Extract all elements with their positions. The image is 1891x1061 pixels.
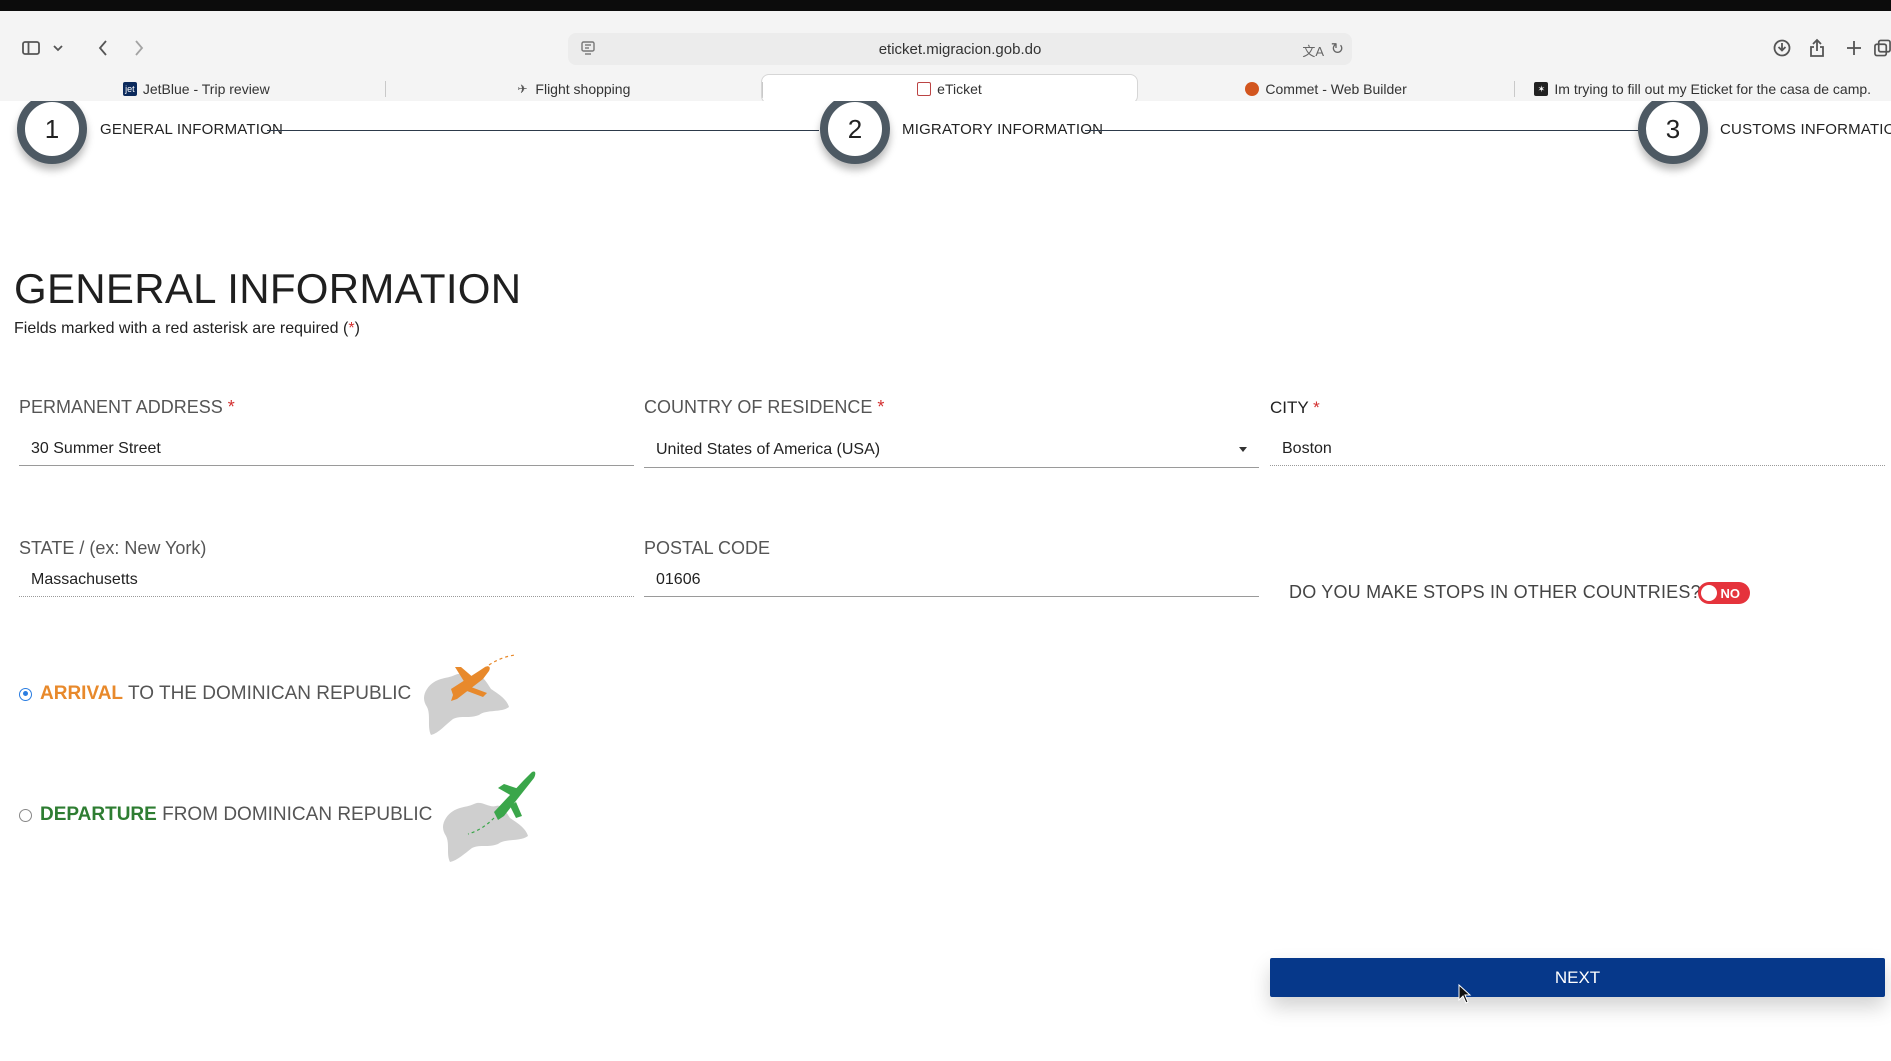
city-input[interactable]	[1270, 432, 1885, 466]
tab-label: JetBlue - Trip review	[142, 81, 270, 97]
plane-icon: ✈	[517, 82, 528, 96]
downloads-icon[interactable]	[1770, 33, 1794, 63]
departure-option[interactable]: DEPARTURE FROM DOMINICAN REPUBLIC	[19, 768, 538, 862]
dropdown-caret-icon	[1239, 447, 1247, 452]
step-1-circle[interactable]: 1	[17, 101, 87, 164]
sidebar-toggle-icon[interactable]	[14, 33, 48, 63]
step-3-label: CUSTOMS INFORMATION	[1720, 121, 1891, 138]
step-2-label: MIGRATORY INFORMATION	[902, 121, 1104, 138]
next-button[interactable]: NEXT	[1270, 958, 1885, 997]
arrival-plane-map-icon	[424, 654, 516, 735]
tab-eticket[interactable]: eTicket	[761, 74, 1138, 104]
page-info-icon[interactable]	[580, 40, 596, 60]
required-asterisk: *	[877, 397, 885, 417]
arrival-option-label: ARRIVAL TO THE DOMINICAN REPUBLIC	[40, 683, 412, 704]
tab-label: eTicket	[937, 81, 982, 97]
tab-flight-shopping[interactable]: ✈ Flight shopping	[384, 74, 762, 104]
note-text: )	[354, 320, 360, 337]
departure-plane-map-icon	[443, 771, 536, 862]
step-connector	[1085, 130, 1638, 131]
arrival-radio[interactable]	[19, 687, 32, 701]
step-3-circle[interactable]: 3	[1638, 101, 1708, 164]
chevron-down-icon[interactable]	[48, 33, 68, 63]
sparkle-icon: ✶	[1534, 82, 1549, 96]
step-2-circle[interactable]: 2	[820, 101, 890, 164]
reload-icon[interactable]: ↻	[1331, 39, 1344, 59]
permanent-address-label: PERMANENT ADDRESS *	[19, 397, 235, 417]
mouse-cursor-icon	[1458, 984, 1472, 1004]
tab-label: Im trying to fill out my Eticket for the…	[1554, 81, 1872, 97]
step-number: 1	[44, 113, 60, 144]
city-label: CITY *	[1270, 398, 1320, 417]
step-number: 3	[1665, 113, 1681, 144]
departure-radio[interactable]	[19, 808, 32, 822]
jetblue-icon: jet	[122, 82, 137, 96]
departure-option-label: DEPARTURE FROM DOMINICAN REPUBLIC	[40, 804, 433, 825]
required-fields-note: Fields marked with a red asterisk are re…	[14, 320, 360, 338]
arrival-option[interactable]: ARRIVAL TO THE DOMINICAN REPUBLIC	[19, 649, 517, 739]
country-of-residence-select[interactable]: United States of America (USA)	[644, 432, 1259, 468]
postal-code-input[interactable]	[644, 563, 1259, 597]
page-title: GENERAL INFORMATION	[14, 265, 522, 312]
progress-stepper: 1 GENERAL INFORMATION 2 MIGRATORY INFORM…	[0, 101, 1891, 181]
url-text: eticket.migracion.gob.do	[878, 40, 1042, 58]
toggle-knob	[1701, 585, 1717, 601]
state-input[interactable]	[19, 563, 634, 597]
new-tab-icon[interactable]	[1842, 33, 1866, 63]
tab-overview-icon[interactable]	[1874, 33, 1891, 63]
translate-icon[interactable]: 文A	[1302, 41, 1324, 60]
note-text: Fields marked with a red asterisk are re…	[14, 320, 349, 337]
tab-commet[interactable]: Commet - Web Builder	[1138, 74, 1515, 104]
state-label: STATE / (ex: New York)	[19, 538, 207, 558]
tab-jetblue[interactable]: jet JetBlue - Trip review	[8, 74, 385, 104]
stops-toggle[interactable]: NO	[1698, 582, 1750, 604]
toggle-label: NO	[1720, 585, 1741, 601]
stops-question: DO YOU MAKE STOPS IN OTHER COUNTRIES?	[1289, 582, 1701, 602]
permanent-address-input[interactable]	[19, 432, 634, 466]
forward-icon[interactable]	[128, 33, 150, 63]
system-menu-bar	[0, 0, 1891, 11]
required-asterisk: *	[227, 397, 235, 417]
seal-icon	[917, 82, 932, 96]
step-1-label: GENERAL INFORMATION	[100, 121, 283, 138]
step-number: 2	[847, 113, 863, 144]
tab-label: Flight shopping	[535, 81, 631, 97]
eticket-page: 1 GENERAL INFORMATION 2 MIGRATORY INFORM…	[0, 101, 1891, 1061]
tab-eticket-question[interactable]: ✶ Im trying to fill out my Eticket for t…	[1514, 74, 1891, 104]
tab-label: Commet - Web Builder	[1265, 81, 1407, 97]
step-connector	[267, 130, 819, 131]
back-icon[interactable]	[92, 33, 114, 63]
comet-icon	[1245, 82, 1260, 96]
selected-country: United States of America (USA)	[656, 440, 881, 458]
browser-chrome: eticket.migracion.gob.do 文A ↻ jet JetBlu…	[0, 11, 1891, 104]
postal-code-label: POSTAL CODE	[644, 538, 771, 558]
required-asterisk: *	[1313, 398, 1320, 417]
address-bar[interactable]: eticket.migracion.gob.do 文A ↻	[568, 33, 1352, 65]
share-icon[interactable]	[1805, 33, 1829, 63]
country-of-residence-label: COUNTRY OF RESIDENCE *	[644, 397, 885, 417]
tab-bar: jet JetBlue - Trip review ✈ Flight shopp…	[8, 74, 1891, 104]
